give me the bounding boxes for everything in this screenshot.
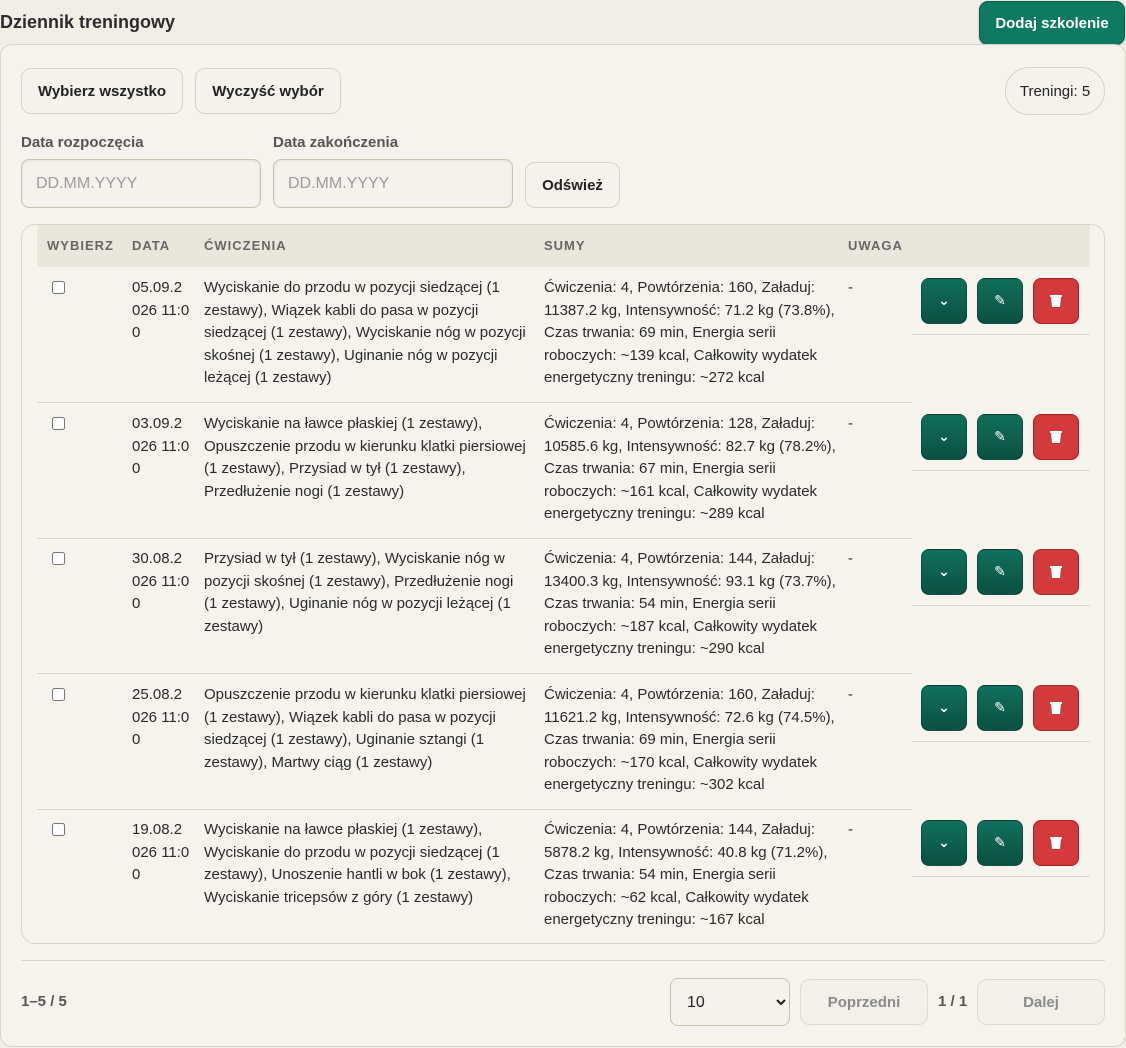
expand-row-button[interactable]: ⌄ [921,685,967,731]
column-header-sums: SUMY [544,238,586,253]
row-sums: Ćwiczenia: 4, Powtórzenia: 144, Załaduj:… [544,821,828,929]
table-row: 19.08.2026 11:00 Wyciskanie na ławce płas… [37,809,912,943]
chevron-down-icon: ⌄ [938,564,950,580]
row-note: - [848,550,853,567]
row-sums: Ćwiczenia: 4, Powtórzenia: 160, Załaduj:… [544,279,835,387]
end-date-input[interactable] [273,159,513,208]
row-actions: ⌄ ✎ [912,414,1090,471]
row-exercises: Wyciskanie do przodu w pozycji siedzącej… [204,279,526,387]
delete-row-button[interactable] [1033,549,1079,595]
row-select-checkbox[interactable] [52,823,65,836]
delete-row-button[interactable] [1033,278,1079,324]
column-header-exercises: ĆWICZENIA [204,238,287,253]
expand-row-button[interactable]: ⌄ [921,549,967,595]
row-date: 30.08.2026 11:00 [132,550,190,613]
expand-row-button[interactable]: ⌄ [921,278,967,324]
row-note: - [848,821,853,838]
page-indicator: 1 / 1 [938,993,968,1010]
row-exercises: Wyciskanie na ławce płaskiej (1 zestawy)… [204,821,511,906]
row-note: - [848,415,853,432]
pagination-range: 1–5 / 5 [21,993,67,1010]
pagination-divider [21,960,1105,961]
page-size-select[interactable]: 10 [670,978,790,1026]
row-actions: ⌄ ✎ [912,278,1090,335]
expand-row-button[interactable]: ⌄ [921,414,967,460]
trash-icon [1050,295,1062,307]
expand-row-button[interactable]: ⌄ [921,820,967,866]
trash-icon [1050,566,1062,578]
row-actions: ⌄ ✎ [912,685,1090,742]
end-date-label: Data zakończenia [273,134,399,151]
table-row: 30.08.2026 11:00 Przysiad w tył (1 zestaw… [37,538,912,674]
row-exercises: Wyciskanie na ławce płaskiej (1 zestawy)… [204,415,526,500]
row-select-checkbox[interactable] [52,552,65,565]
row-select-checkbox[interactable] [52,281,65,294]
row-actions: ⌄ ✎ [912,549,1090,606]
select-all-button[interactable]: Wybierz wszystko [21,68,183,114]
chevron-down-icon: ⌄ [938,429,950,445]
table-row: 25.08.2026 11:00 Opuszczenie przodu w kie… [37,674,912,810]
training-count-badge: Treningi: 5 [1005,67,1105,115]
refresh-button[interactable]: Odśwież [525,162,620,208]
pencil-icon: ✎ [994,835,1006,851]
edit-row-button[interactable]: ✎ [977,549,1023,595]
row-sums: Ćwiczenia: 4, Powtórzenia: 144, Załaduj:… [544,550,836,658]
chevron-down-icon: ⌄ [938,293,950,309]
delete-row-button[interactable] [1033,414,1079,460]
row-actions: ⌄ ✎ [912,820,1090,877]
row-select-checkbox[interactable] [52,417,65,430]
row-date: 25.08.2026 11:00 [132,686,190,749]
pencil-icon: ✎ [994,429,1006,445]
edit-row-button[interactable]: ✎ [977,414,1023,460]
trainings-table: WYBIERZ DATA ĆWICZENIA SUMY UWAGA 05.09.… [21,224,1105,944]
table-row: 03.09.2026 11:00 Wyciskanie na ławce płas… [37,403,912,539]
row-note: - [848,686,853,703]
trash-icon [1050,837,1062,849]
row-sums: Ćwiczenia: 4, Powtórzenia: 160, Załaduj:… [544,686,835,794]
column-header-note: UWAGA [848,238,903,253]
row-sums: Ćwiczenia: 4, Powtórzenia: 128, Załaduj:… [544,415,836,523]
pencil-icon: ✎ [994,564,1006,580]
next-page-button[interactable]: Dalej [977,979,1105,1025]
add-training-button[interactable]: Dodaj szkolenie [979,1,1125,45]
row-date: 05.09.2026 11:00 [132,279,190,342]
row-exercises: Opuszczenie przodu w kierunku klatki pie… [204,686,526,771]
delete-row-button[interactable] [1033,820,1079,866]
row-exercises: Przysiad w tył (1 zestawy), Wyciskanie n… [204,550,514,635]
row-select-checkbox[interactable] [52,688,65,701]
delete-row-button[interactable] [1033,685,1079,731]
row-date: 03.09.2026 11:00 [132,415,190,478]
edit-row-button[interactable]: ✎ [977,278,1023,324]
start-date-input[interactable] [21,159,261,208]
column-header-date: DATA [132,238,171,253]
trash-icon [1050,702,1062,714]
pencil-icon: ✎ [994,293,1006,309]
row-note: - [848,279,853,296]
chevron-down-icon: ⌄ [938,835,950,851]
pencil-icon: ✎ [994,700,1006,716]
edit-row-button[interactable]: ✎ [977,685,1023,731]
table-header: WYBIERZ DATA ĆWICZENIA SUMY UWAGA [37,225,1090,267]
chevron-down-icon: ⌄ [938,700,950,716]
start-date-label: Data rozpoczęcia [21,134,144,151]
previous-page-button[interactable]: Poprzedni [800,979,928,1025]
edit-row-button[interactable]: ✎ [977,820,1023,866]
clear-selection-button[interactable]: Wyczyść wybór [195,68,341,114]
table-row: 05.09.2026 11:00 Wyciskanie do przodu w p… [37,267,912,403]
column-header-select: WYBIERZ [47,238,114,253]
trash-icon [1050,431,1062,443]
page-title: Dziennik treningowy [0,12,176,32]
row-date: 19.08.2026 11:00 [132,821,190,884]
